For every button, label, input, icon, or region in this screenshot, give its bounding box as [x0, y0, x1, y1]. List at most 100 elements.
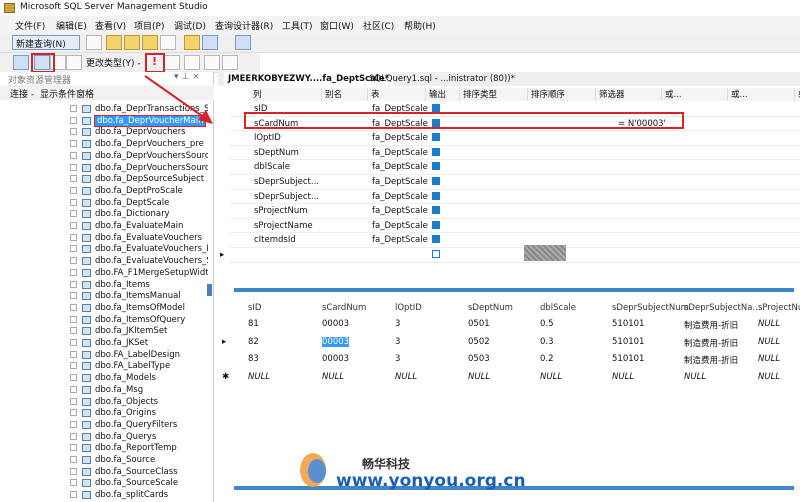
result-cell[interactable]: 制造费用-折旧	[684, 337, 738, 349]
output-checkbox[interactable]	[432, 162, 440, 171]
expand-icon[interactable]	[70, 210, 77, 218]
output-checkbox[interactable]	[432, 220, 440, 229]
expand-icon[interactable]	[70, 385, 77, 393]
result-cell[interactable]: 制造费用-折旧	[684, 319, 738, 331]
result-cell[interactable]: NULL	[758, 337, 780, 347]
criteria-table-cell[interactable]: fa_DeptScale	[372, 221, 428, 231]
result-cell[interactable]: NULL	[248, 372, 270, 382]
menu-window[interactable]: 窗口(W)	[320, 19, 354, 32]
criteria-row[interactable]: sDeprSubject... fa_DeptScale	[230, 190, 800, 205]
expand-icon[interactable]	[70, 233, 77, 241]
expand-icon[interactable]	[70, 456, 77, 463]
output-checkbox[interactable]	[432, 235, 440, 244]
result-row[interactable]: ▸ 82 00003 3 0502 0.3 510101 制造费用-折旧 NULL	[218, 334, 800, 350]
criteria-table-cell[interactable]: fa_DeptScale	[372, 177, 428, 187]
expand-icon[interactable]	[70, 222, 77, 229]
expand-icon[interactable]	[70, 303, 77, 311]
criteria-row[interactable]: lOptID fa_DeptScale	[230, 131, 800, 146]
criteria-column-cell[interactable]: sDeprSubject...	[254, 192, 319, 202]
expand-icon[interactable]	[70, 362, 77, 370]
expand-icon[interactable]	[70, 198, 77, 206]
criteria-row[interactable]: cItemdsId fa_DeptScale	[230, 233, 800, 248]
criteria-row[interactable]: sProjectName fa_DeptScale	[230, 219, 800, 234]
output-checkbox[interactable]	[432, 250, 440, 258]
criteria-table-cell[interactable]: fa_DeptScale	[372, 192, 428, 202]
criteria-column-cell[interactable]: sProjectNum	[254, 206, 308, 216]
output-checkbox[interactable]	[432, 191, 440, 200]
result-cell[interactable]: 3	[395, 319, 400, 329]
result-cell[interactable]: 0501	[468, 319, 490, 329]
menu-tools[interactable]: 工具(T)	[282, 19, 313, 32]
expand-icon[interactable]	[70, 245, 77, 253]
expand-icon[interactable]	[70, 420, 77, 428]
output-checkbox[interactable]	[432, 147, 440, 156]
result-cell[interactable]: 0.5	[540, 319, 554, 329]
criteria-column-cell[interactable]: lOptID	[254, 133, 281, 143]
result-cell[interactable]: NULL	[395, 372, 417, 382]
expand-icon[interactable]	[70, 257, 77, 265]
result-cell[interactable]: 0502	[468, 337, 490, 347]
result-cell[interactable]: NULL	[758, 354, 780, 364]
expand-icon[interactable]	[70, 292, 77, 300]
expand-icon[interactable]	[70, 315, 77, 323]
criteria-table-cell[interactable]: fa_DeptScale	[372, 133, 428, 143]
expand-icon[interactable]	[70, 350, 77, 358]
menu-help[interactable]: 帮助(H)	[404, 19, 436, 32]
expand-icon[interactable]	[70, 339, 77, 346]
expand-icon[interactable]	[70, 186, 77, 194]
criteria-column-cell[interactable]: dblScale	[254, 162, 290, 172]
result-cell[interactable]: 制造费用-折旧	[684, 354, 738, 366]
criteria-column-cell[interactable]: cItemdsId	[254, 235, 296, 245]
expand-icon[interactable]	[70, 140, 77, 148]
result-cell[interactable]: NULL	[468, 372, 490, 382]
expand-icon[interactable]	[70, 467, 77, 475]
expand-icon[interactable]	[70, 491, 77, 499]
result-cell[interactable]: NULL	[758, 319, 780, 329]
expand-icon[interactable]	[70, 444, 77, 452]
result-cell[interactable]: 00003	[322, 354, 349, 364]
criteria-row[interactable]: dblScale fa_DeptScale	[230, 160, 800, 175]
result-cell[interactable]: 0.2	[540, 354, 554, 364]
tab-sqlquery1[interactable]: SQLQuery1.sql - ...inistrator (80))*	[365, 72, 519, 86]
result-cell[interactable]: 00003	[322, 319, 349, 329]
result-cell[interactable]: 510101	[612, 319, 644, 329]
result-cell[interactable]: 3	[395, 354, 400, 364]
menu-community[interactable]: 社区(C)	[363, 19, 394, 32]
result-cell[interactable]: 0503	[468, 354, 490, 364]
expand-icon[interactable]	[70, 151, 77, 159]
result-cell[interactable]: 510101	[612, 354, 644, 364]
result-cell[interactable]: 83	[248, 354, 259, 364]
expand-icon[interactable]	[70, 479, 77, 487]
criteria-table-cell[interactable]: fa_DeptScale	[372, 162, 428, 172]
criteria-table-cell[interactable]: fa_DeptScale	[372, 235, 428, 245]
result-cell[interactable]: 0.3	[540, 337, 554, 347]
expand-icon[interactable]	[70, 175, 77, 183]
criteria-table-cell[interactable]: fa_DeptScale	[372, 148, 428, 158]
output-checkbox[interactable]	[432, 177, 440, 185]
result-cell[interactable]: 82	[248, 337, 259, 347]
criteria-row[interactable]: sProjectNum fa_DeptScale	[230, 204, 800, 219]
output-checkbox[interactable]	[432, 206, 440, 215]
expand-icon[interactable]	[70, 327, 77, 335]
expand-icon[interactable]	[70, 268, 77, 276]
expand-icon[interactable]	[70, 163, 77, 171]
result-cell[interactable]: 00003	[322, 336, 350, 347]
result-cell[interactable]: NULL	[322, 372, 344, 382]
criteria-row[interactable]: sDeptNum fa_DeptScale	[230, 146, 800, 161]
criteria-row[interactable]: sDeprSubject... fa_DeptScale	[230, 175, 800, 190]
criteria-column-cell[interactable]: sDeptNum	[254, 148, 299, 158]
result-cell[interactable]: 81	[248, 319, 259, 329]
expand-icon[interactable]	[70, 397, 77, 405]
criteria-table-cell[interactable]: fa_DeptScale	[372, 206, 428, 216]
criteria-column-cell[interactable]: sProjectName	[254, 221, 313, 231]
result-cell[interactable]: 510101	[612, 337, 644, 347]
output-checkbox[interactable]	[432, 104, 440, 112]
result-cell[interactable]: NULL	[684, 372, 706, 382]
expand-icon[interactable]	[70, 432, 77, 440]
expand-icon[interactable]	[70, 280, 77, 288]
result-cell[interactable]: 3	[395, 337, 400, 347]
pane-splitter[interactable]	[234, 288, 794, 292]
expand-icon[interactable]	[70, 409, 77, 417]
criteria-column-cell[interactable]: sDeprSubject...	[254, 177, 319, 187]
expand-icon[interactable]	[70, 374, 77, 382]
